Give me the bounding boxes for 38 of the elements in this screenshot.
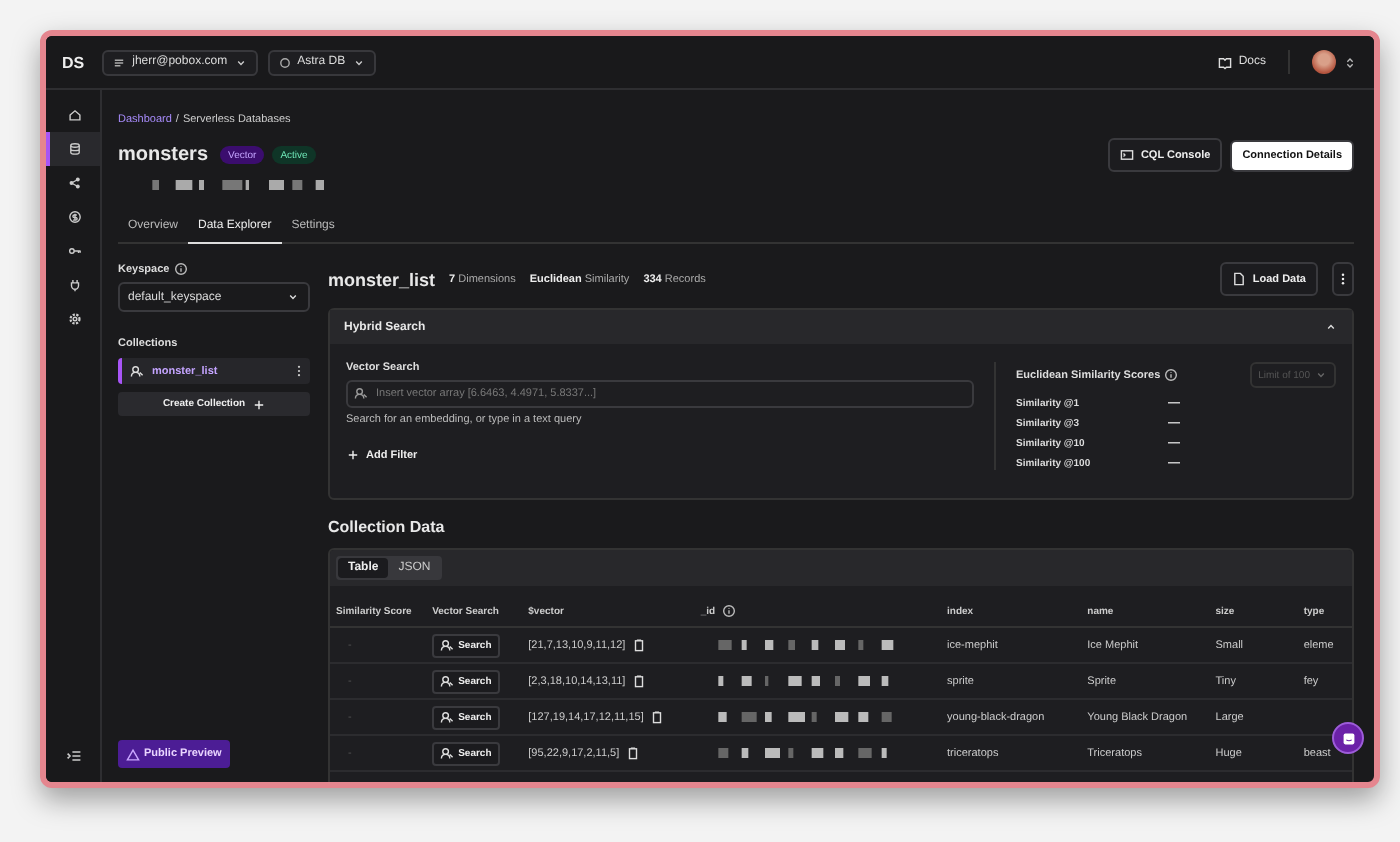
circle-icon <box>277 55 292 69</box>
plus-icon <box>346 448 360 462</box>
database-icon[interactable] <box>46 132 100 166</box>
chevron-icon[interactable] <box>1346 55 1354 69</box>
chat-icon <box>1339 729 1357 747</box>
terminal-icon <box>1120 148 1135 162</box>
copy-icon[interactable] <box>631 638 646 652</box>
chevron-down-icon <box>1314 368 1328 382</box>
info-icon[interactable] <box>721 604 736 618</box>
more-icon <box>1340 272 1346 286</box>
database-title: monsters <box>118 144 209 166</box>
collection-title: monster_list <box>328 269 436 289</box>
collapse-menu-icon[interactable] <box>65 748 81 764</box>
person-search-icon <box>130 364 144 378</box>
more-options-button[interactable] <box>1332 262 1354 296</box>
logo[interactable]: DS <box>62 53 85 71</box>
copy-icon[interactable] <box>625 746 640 760</box>
avatar[interactable] <box>1312 50 1336 74</box>
plus-icon <box>251 397 266 411</box>
chevron-down-icon <box>233 55 248 69</box>
info-icon[interactable] <box>1164 368 1179 382</box>
person-search-icon <box>440 674 455 688</box>
book-icon <box>1218 55 1233 69</box>
section-title: Collection Data <box>328 518 447 536</box>
chevron-icon[interactable] <box>1324 320 1338 334</box>
chevron-down-icon <box>351 55 366 69</box>
person-search-icon <box>354 386 368 400</box>
chevron-down-icon <box>286 290 300 304</box>
info-icon[interactable] <box>173 262 188 276</box>
chat-button[interactable] <box>1332 722 1364 754</box>
person-search-icon <box>440 638 455 652</box>
triangle-icon <box>126 747 140 761</box>
person-search-icon <box>440 710 455 724</box>
person-search-icon <box>440 746 455 760</box>
file-icon <box>1232 272 1247 286</box>
list-icon <box>112 55 127 69</box>
copy-icon[interactable] <box>649 710 664 724</box>
copy-icon[interactable] <box>631 674 646 688</box>
